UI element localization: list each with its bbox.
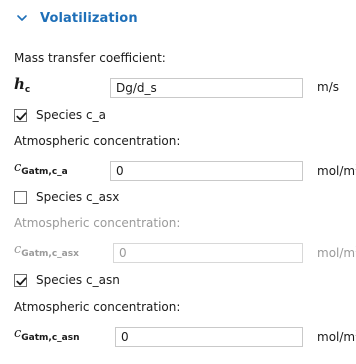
species-c-a-unit: mol/m3 [317, 163, 356, 178]
section-header-volatilization[interactable]: Volatilization [14, 6, 138, 30]
checkmark-icon [16, 111, 27, 120]
species-c-asx-conc-input[interactable] [113, 243, 303, 263]
species-c-asn-label: Species c_asn [36, 273, 120, 287]
species-c-a-symbol-sub: Gatm,c_a [21, 167, 68, 177]
mass-transfer-unit: m/s [317, 80, 339, 94]
species-c-asn-unit: mol/m3 [317, 329, 356, 344]
species-c-a-checkbox-row[interactable]: Species c_a [14, 106, 106, 124]
species-c-a-conc-input[interactable] [110, 161, 303, 181]
species-c-a-checkbox[interactable] [14, 108, 27, 122]
species-c-asx-conc-label: Atmospheric concentration: [14, 216, 181, 230]
mass-transfer-coefficient-input[interactable] [110, 78, 303, 98]
mass-transfer-symbol-sub: c [24, 85, 31, 95]
species-c-asn-checkbox-row[interactable]: Species c_asn [14, 271, 120, 289]
species-c-asn-conc-label: Atmospheric concentration: [14, 300, 181, 314]
checkmark-icon [16, 276, 27, 285]
species-c-a-symbol: cGatm,c_a [14, 160, 68, 177]
mass-transfer-symbol: hc [14, 75, 30, 95]
species-c-asx-checkbox-row[interactable]: Species c_asx [14, 188, 119, 206]
species-c-asx-symbol: cGatm,c_asx [14, 242, 79, 259]
mass-transfer-label: Mass transfer coefficient: [14, 51, 166, 65]
species-c-a-unit-base: mol/m [317, 164, 356, 178]
species-c-asx-label: Species c_asx [36, 190, 120, 204]
species-c-asn-checkbox[interactable] [14, 273, 27, 287]
species-c-a-conc-label: Atmospheric concentration: [14, 134, 181, 148]
species-c-asn-unit-base: mol/m [317, 330, 356, 344]
species-c-asx-checkbox[interactable] [14, 190, 27, 204]
species-c-asx-unit: mol/m3 [317, 245, 356, 260]
mass-transfer-symbol-base: h [14, 75, 25, 93]
species-c-asn-symbol-sub: Gatm,c_asn [21, 333, 80, 343]
species-c-asx-unit-base: mol/m [317, 246, 356, 260]
species-c-a-label: Species c_a [36, 108, 106, 122]
species-c-asn-conc-input[interactable] [115, 327, 303, 347]
chevron-down-icon[interactable] [14, 10, 30, 26]
species-c-asn-symbol: cGatm,c_asn [14, 326, 80, 343]
species-c-asx-symbol-sub: Gatm,c_asx [21, 249, 79, 259]
section-title: Volatilization [40, 10, 138, 26]
